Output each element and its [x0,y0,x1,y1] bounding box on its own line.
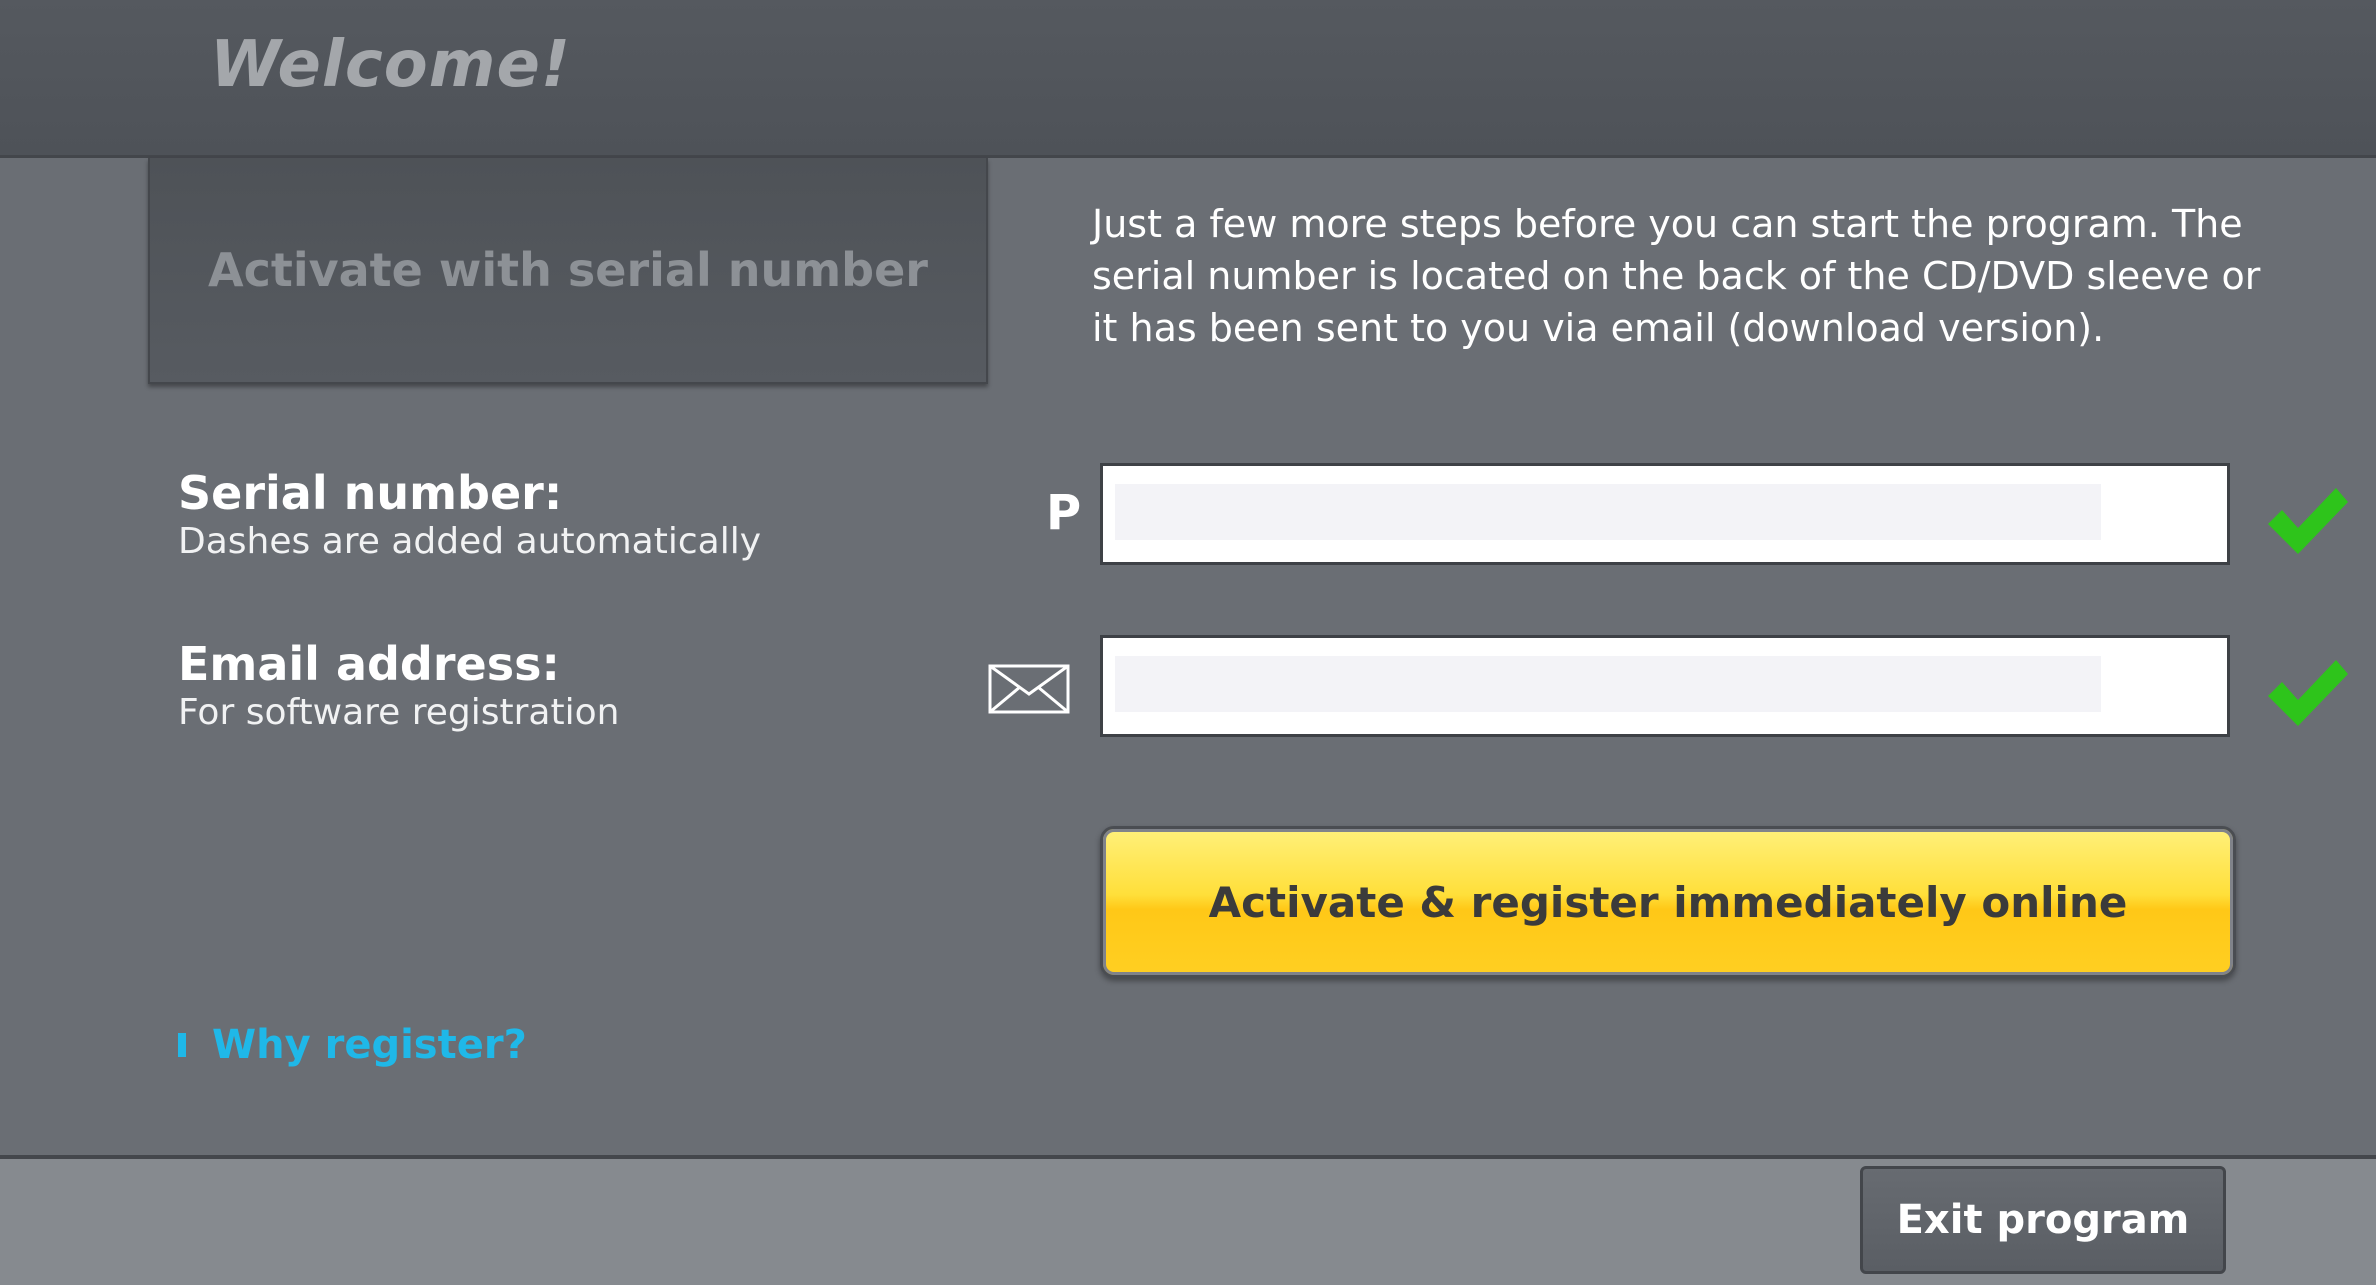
serial-number-input[interactable] [1115,484,2101,540]
email-address-input[interactable] [1115,656,2101,712]
serial-label: Serial number: [178,466,563,520]
tab-activate-serial[interactable]: Activate with serial number [148,158,988,384]
why-register-link-group: Why register? [178,1022,527,1068]
bullet-icon [178,1033,186,1057]
serial-label-group: Serial number: Dashes are added automati… [178,466,761,564]
email-hint: For software registration [178,692,620,733]
intro-text: Just a few more steps before you can sta… [1092,202,2261,350]
serial-hint: Dashes are added automatically [178,521,761,562]
email-input-box[interactable] [1100,635,2230,737]
tab-label: Activate with serial number [208,243,928,297]
serial-prefix: P [1046,485,1082,541]
exit-program-button[interactable]: Exit program [1860,1166,2226,1274]
checkmark-icon [2268,660,2348,726]
serial-input-box[interactable] [1100,463,2230,565]
why-register-link[interactable]: Why register? [212,1022,527,1068]
email-label-group: Email address: For software registration [178,637,619,735]
email-label: Email address: [178,637,560,691]
activate-register-button[interactable]: Activate & register immediately online [1100,826,2236,978]
checkmark-icon [2268,488,2348,554]
page-title: Welcome! [210,28,572,102]
envelope-icon [988,664,1070,714]
